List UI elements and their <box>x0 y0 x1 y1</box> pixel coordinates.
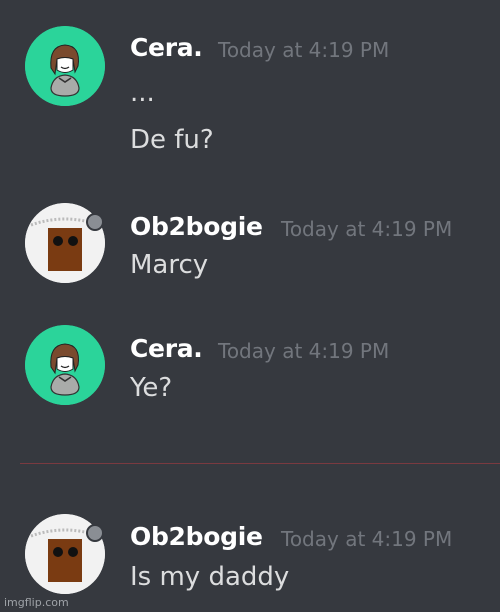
message-group: Ob2bogie Today at 4:19 PM Marcy <box>0 190 500 310</box>
message-text: De fu? <box>130 125 214 155</box>
status-indicator <box>86 213 104 231</box>
message-text: Marcy <box>130 250 209 280</box>
username[interactable]: Cera. <box>130 334 203 363</box>
message-text: Ye? <box>130 373 173 403</box>
status-indicator <box>86 524 104 542</box>
username[interactable]: Ob2bogie <box>130 212 263 241</box>
message-group: Cera. Today at 4:19 PM ... De fu? <box>0 0 500 185</box>
message-text: ... <box>130 78 155 108</box>
message-group: Ob2bogie Today at 4:19 PM Is my daddy <box>0 500 500 612</box>
timestamp: Today at 4:19 PM <box>218 38 390 62</box>
message-group: Cera. Today at 4:19 PM Ye? <box>0 315 500 445</box>
timestamp: Today at 4:19 PM <box>281 217 453 241</box>
avatar[interactable] <box>25 26 105 106</box>
new-messages-divider <box>20 463 500 464</box>
username[interactable]: Ob2bogie <box>130 522 263 551</box>
timestamp: Today at 4:19 PM <box>281 527 453 551</box>
username[interactable]: Cera. <box>130 33 203 62</box>
avatar[interactable] <box>25 325 105 405</box>
cera-avatar-icon <box>25 325 105 405</box>
cera-avatar-icon <box>25 26 105 106</box>
timestamp: Today at 4:19 PM <box>218 339 390 363</box>
message-text: Is my daddy <box>130 562 290 592</box>
watermark: imgflip.com <box>4 596 69 609</box>
